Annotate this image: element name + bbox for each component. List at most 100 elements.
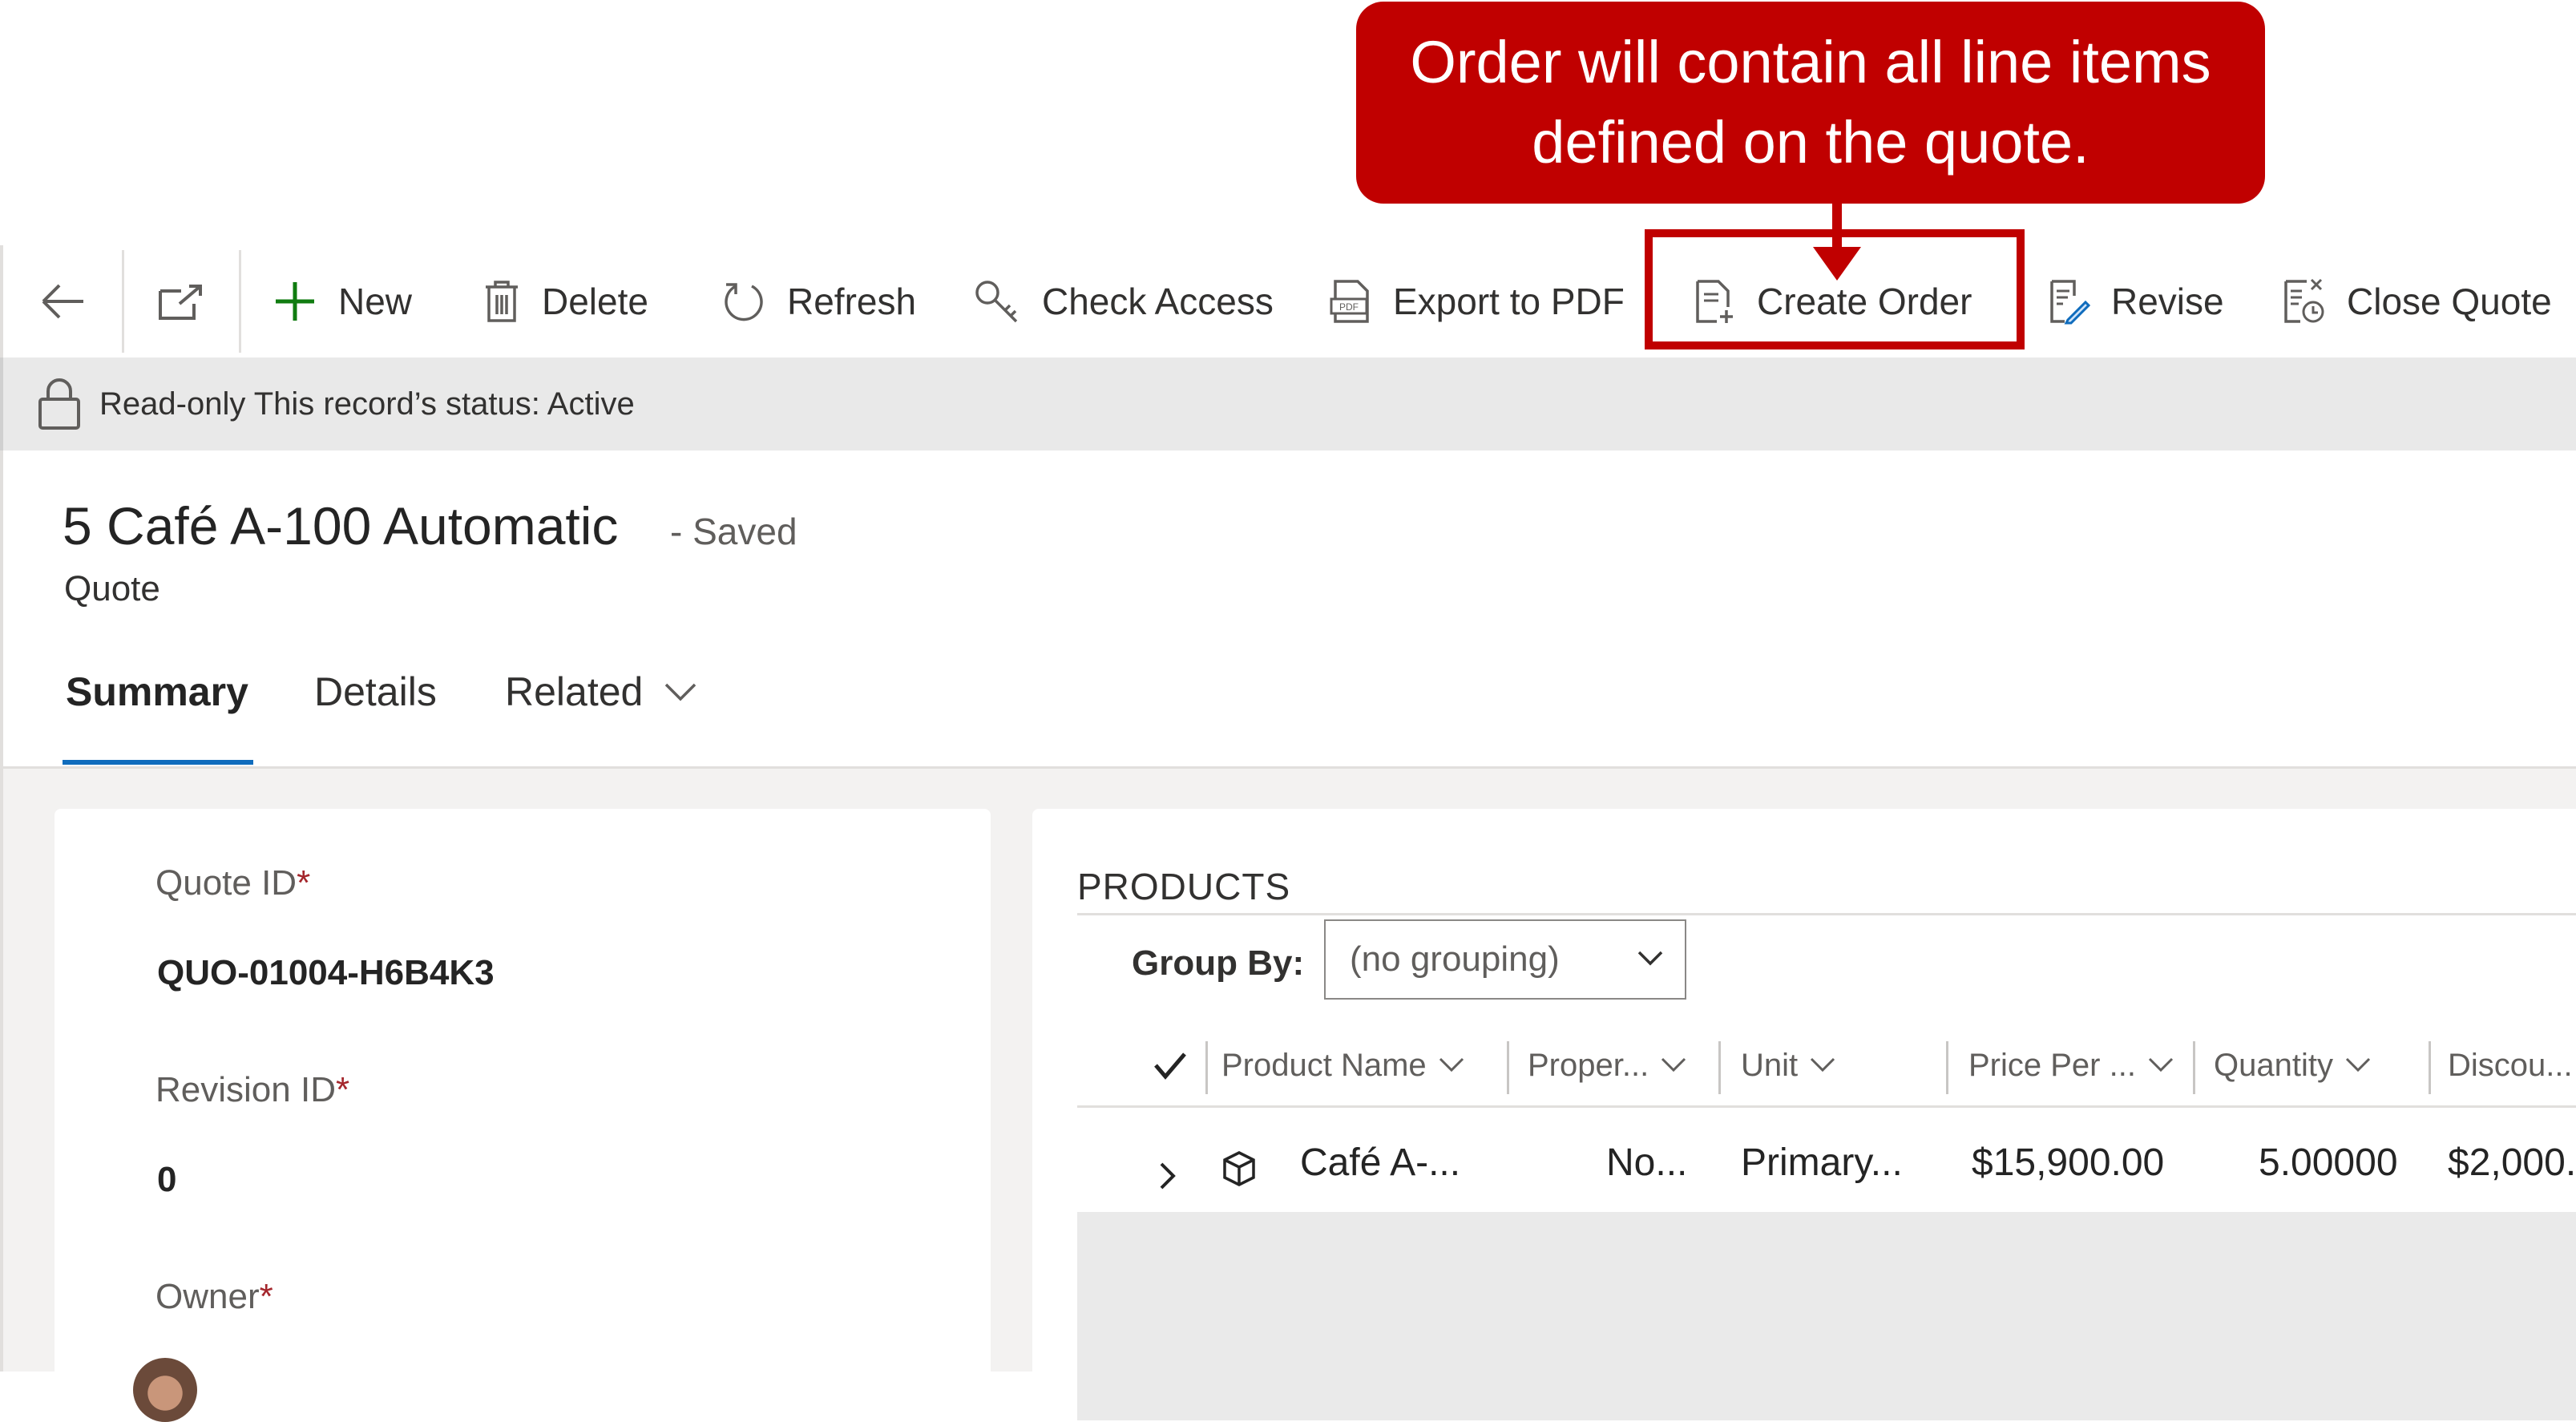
column-header-label: Price Per ... xyxy=(1968,1047,2136,1083)
column-header-label: Unit xyxy=(1741,1047,1799,1083)
callout-line-2: defined on the quote. xyxy=(1532,109,2089,176)
quote-id-label-text: Quote ID xyxy=(155,863,297,903)
tab-summary[interactable]: Summary xyxy=(66,669,248,715)
chevron-down-icon xyxy=(1439,1057,1464,1073)
callout-line-1: Order will contain all line items xyxy=(1410,29,2211,95)
delete-button[interactable]: Delete xyxy=(482,245,648,358)
quote-id-label: Quote ID* xyxy=(155,863,310,903)
column-separator xyxy=(2429,1041,2431,1094)
tab-related[interactable]: Related xyxy=(505,669,697,715)
quote-id-field[interactable]: QUO-01004-H6B4K3 xyxy=(157,953,495,993)
delete-label: Delete xyxy=(542,281,648,322)
column-separator xyxy=(2193,1041,2195,1094)
export-to-pdf-label: Export to PDF xyxy=(1393,281,1625,322)
new-button[interactable]: New xyxy=(273,245,412,358)
command-separator xyxy=(239,250,241,353)
tab-related-label: Related xyxy=(505,669,644,714)
tab-summary-label: Summary xyxy=(66,669,248,714)
product-box-icon xyxy=(1223,1151,1255,1186)
column-header-label: Quantity xyxy=(2214,1047,2333,1083)
new-label: New xyxy=(338,281,413,322)
readonly-notification-bar: Read-only This record’s status: Active xyxy=(0,358,2576,450)
revise-icon xyxy=(2050,280,2090,325)
owner-label: Owner* xyxy=(155,1277,273,1317)
cell-properties: No... xyxy=(1606,1141,1688,1184)
required-marker: * xyxy=(335,1070,350,1109)
plus-icon xyxy=(276,282,314,321)
column-header-price-per-unit[interactable]: Price Per ... xyxy=(1968,1035,2174,1096)
required-marker: * xyxy=(297,863,311,903)
trash-icon xyxy=(486,281,518,322)
column-header-quantity[interactable]: Quantity xyxy=(2214,1035,2372,1096)
check-access-button[interactable]: Check Access xyxy=(973,245,1274,358)
chevron-down-icon xyxy=(1811,1057,1835,1073)
back-button[interactable] xyxy=(38,245,87,358)
chevron-down-icon xyxy=(1661,1057,1686,1073)
cell-product-name[interactable]: Café A-... xyxy=(1300,1141,1460,1185)
refresh-label: Refresh xyxy=(787,281,917,322)
revision-id-label: Revision ID* xyxy=(155,1070,349,1110)
refresh-button[interactable]: Refresh xyxy=(720,245,916,358)
chevron-down-icon xyxy=(2148,1057,2174,1073)
checkmark-icon xyxy=(1154,1052,1186,1080)
revision-id-label-text: Revision ID xyxy=(155,1070,336,1109)
column-header-label: Proper... xyxy=(1528,1047,1649,1083)
tab-details[interactable]: Details xyxy=(314,669,437,715)
group-by-select[interactable]: (no grouping) xyxy=(1324,919,1686,1000)
chevron-down-icon xyxy=(665,683,696,701)
owner-label-text: Owner xyxy=(155,1277,260,1316)
popout-icon xyxy=(159,285,202,320)
cell-quantity: 5.00000 xyxy=(2259,1141,2398,1184)
svg-text:PDF: PDF xyxy=(1339,301,1359,313)
column-separator xyxy=(1718,1041,1721,1094)
column-separator xyxy=(1946,1041,1948,1094)
popout-button[interactable] xyxy=(157,245,205,358)
export-to-pdf-button[interactable]: PDF Export to PDF xyxy=(1329,245,1625,358)
close-quote-button[interactable]: Close Quote xyxy=(2281,245,2552,358)
entity-name: Quote xyxy=(64,569,160,608)
callout-annotation: Order will contain all line items define… xyxy=(1356,2,2265,204)
tab-details-label: Details xyxy=(314,669,437,714)
create-order-highlight xyxy=(1645,229,2025,349)
close-quote-label: Close Quote xyxy=(2347,281,2552,322)
column-header-discount[interactable]: Discou... xyxy=(2448,1035,2573,1096)
cell-price-per-unit: $15,900.00 xyxy=(1972,1141,2165,1184)
chevron-right-icon[interactable] xyxy=(1159,1161,1177,1190)
column-header-unit[interactable]: Unit xyxy=(1741,1035,1836,1096)
cell-unit: Primary... xyxy=(1741,1141,1903,1184)
command-separator xyxy=(122,250,124,353)
summary-card: Quote ID* QUO-01004-H6B4K3 Revision ID* … xyxy=(55,809,991,1418)
column-header-label: Discou... xyxy=(2448,1047,2573,1083)
command-bar: New Delete Refresh Check Access PDF Expo… xyxy=(0,245,2576,358)
close-quote-icon xyxy=(2284,278,2324,323)
save-status: - Saved xyxy=(670,511,797,552)
refresh-icon xyxy=(725,283,763,321)
column-header-product-name[interactable]: Product Name xyxy=(1221,1035,1465,1096)
arrow-left-icon xyxy=(42,284,83,319)
cell-discount: $2,000. xyxy=(2448,1141,2576,1184)
avatar[interactable] xyxy=(133,1358,197,1422)
required-marker: * xyxy=(259,1277,273,1316)
readonly-status-text: Read-only This record’s status: Active xyxy=(99,386,635,422)
revision-id-field[interactable]: 0 xyxy=(157,1160,176,1200)
select-all-checkbox[interactable] xyxy=(1153,1035,1188,1096)
chevron-down-icon xyxy=(2345,1057,2371,1073)
key-icon xyxy=(975,281,1018,323)
products-section-title: PRODUCTS xyxy=(1077,866,1291,907)
grid-empty-area xyxy=(1077,1212,2576,1420)
page-title: 5 Café A-100 Automatic xyxy=(63,496,619,555)
pdf-icon: PDF xyxy=(1330,280,1369,323)
form-body: Quote ID* QUO-01004-H6B4K3 Revision ID* … xyxy=(0,769,2576,1420)
lock-icon xyxy=(38,378,80,430)
column-separator xyxy=(1205,1041,1208,1094)
group-by-label: Group By: xyxy=(1132,943,1305,983)
column-header-properties[interactable]: Proper... xyxy=(1528,1035,1687,1096)
products-card: PRODUCTS Group By: (no grouping) Product… xyxy=(1032,809,2576,1420)
column-header-label: Product Name xyxy=(1221,1047,1427,1083)
check-access-label: Check Access xyxy=(1042,281,1274,322)
group-by-value: (no grouping) xyxy=(1350,939,1560,979)
chevron-down-icon xyxy=(1637,951,1663,966)
revise-label: Revise xyxy=(2111,281,2224,322)
record-header: 5 Café A-100 Automatic - Saved Quote Sum… xyxy=(0,450,2576,768)
revise-button[interactable]: Revise xyxy=(2047,245,2224,358)
